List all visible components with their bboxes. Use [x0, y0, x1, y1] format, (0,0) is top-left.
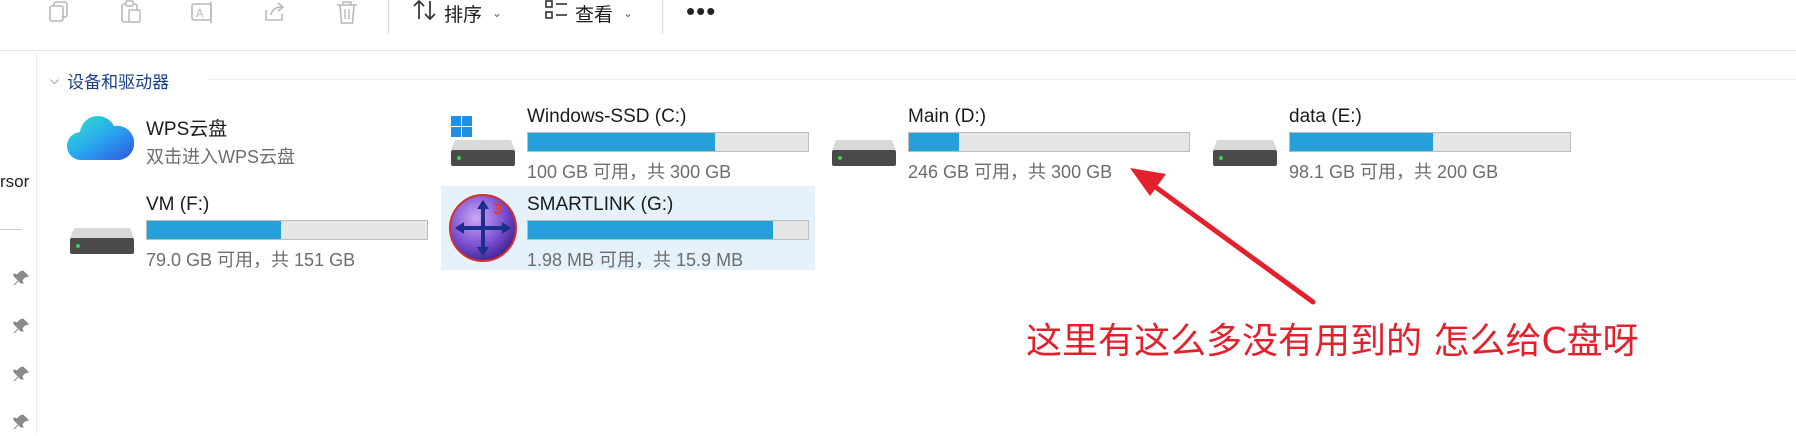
drive-tile-d[interactable]: Main (D:) 246 GB 可用，共 300 GB [822, 98, 1192, 182]
capacity-bar [1289, 132, 1571, 152]
svg-text:3: 3 [493, 202, 503, 218]
drive-space-info: 100 GB 可用，共 300 GB [527, 162, 732, 182]
sort-icon [412, 0, 438, 28]
capacity-bar-fill [147, 221, 281, 239]
view-label: 查看 [575, 4, 614, 26]
share-icon[interactable] [261, 0, 289, 26]
cloud-icon [66, 112, 135, 164]
drive-space-info: 246 GB 可用，共 300 GB [908, 162, 1113, 182]
pin-icon[interactable] [12, 365, 30, 383]
wps-cloud-tile[interactable]: WPS云盘 双击进入WPS云盘 [60, 106, 430, 188]
more-options-button[interactable]: ••• [686, 0, 716, 24]
view-button[interactable]: 查看 ⌄ [543, 0, 633, 26]
delete-icon[interactable] [333, 0, 361, 26]
tile-name: WPS云盘 [146, 119, 228, 140]
sort-button[interactable]: 排序 ⌄ [412, 0, 502, 26]
pin-icon[interactable] [12, 413, 30, 431]
drive-tile-g[interactable]: 3 SMARTLINK (G:) 1.98 MB 可用，共 15.9 MB [441, 186, 815, 270]
capacity-bar-fill [909, 133, 960, 151]
capacity-bar-fill [528, 221, 773, 239]
toolbar-separator [662, 0, 663, 34]
hard-drive-icon [1211, 116, 1279, 168]
rename-icon[interactable]: A [189, 0, 217, 26]
toolbar-separator [388, 0, 389, 34]
drive-space-info: 1.98 MB 可用，共 15.9 MB [527, 250, 744, 270]
hard-drive-icon [68, 204, 136, 256]
drive-space-info: 79.0 GB 可用，共 151 GB [146, 250, 356, 270]
chevron-down-icon: ⌵ [50, 73, 60, 87]
nav-item-truncated[interactable]: rsor [0, 172, 29, 192]
capacity-bar-fill [1290, 133, 1433, 151]
command-bar: A 排序 ⌄ 查看 ⌄ ••• [0, 0, 1796, 51]
hard-drive-icon [830, 116, 898, 168]
capacity-bar-fill [528, 133, 715, 151]
chevron-down-icon: ⌄ [623, 6, 634, 20]
drive-name: SMARTLINK (G:) [527, 194, 674, 215]
drive-name: Windows-SSD (C:) [527, 106, 687, 127]
nav-divider [0, 229, 22, 230]
group-title: 设备和驱动器 [67, 73, 170, 92]
drive-name: VM (F:) [146, 194, 210, 215]
copy-icon[interactable] [45, 0, 73, 26]
chevron-down-icon: ⌄ [492, 6, 503, 20]
capacity-bar [908, 132, 1190, 152]
pin-icon[interactable] [12, 269, 30, 287]
group-divider [208, 79, 1796, 80]
windows-drive-icon [449, 116, 517, 168]
pin-icon[interactable] [12, 317, 30, 335]
tile-subtitle: 双击进入WPS云盘 [146, 147, 296, 167]
drive-space-info: 98.1 GB 可用，共 200 GB [1289, 162, 1499, 182]
capacity-bar [527, 132, 809, 152]
group-header-devices[interactable]: ⌵ 设备和驱动器 [50, 68, 169, 93]
smartlink-icon: 3 [447, 192, 519, 264]
paste-icon[interactable] [117, 0, 145, 26]
svg-text:A: A [196, 7, 204, 20]
drive-name: Main (D:) [908, 106, 987, 127]
capacity-bar [527, 220, 809, 240]
drive-tile-c[interactable]: Windows-SSD (C:) 100 GB 可用，共 300 GB [441, 98, 811, 182]
drive-tile-f[interactable]: VM (F:) 79.0 GB 可用，共 151 GB [60, 186, 430, 270]
drive-tile-e[interactable]: data (E:) 98.1 GB 可用，共 200 GB [1203, 98, 1573, 182]
annotation-text: 这里有这么多没有用到的 怎么给C盘呀 [1026, 321, 1639, 362]
drive-name: data (E:) [1289, 106, 1362, 127]
sort-label: 排序 [444, 4, 483, 26]
capacity-bar [146, 220, 428, 240]
view-icon [543, 0, 569, 28]
